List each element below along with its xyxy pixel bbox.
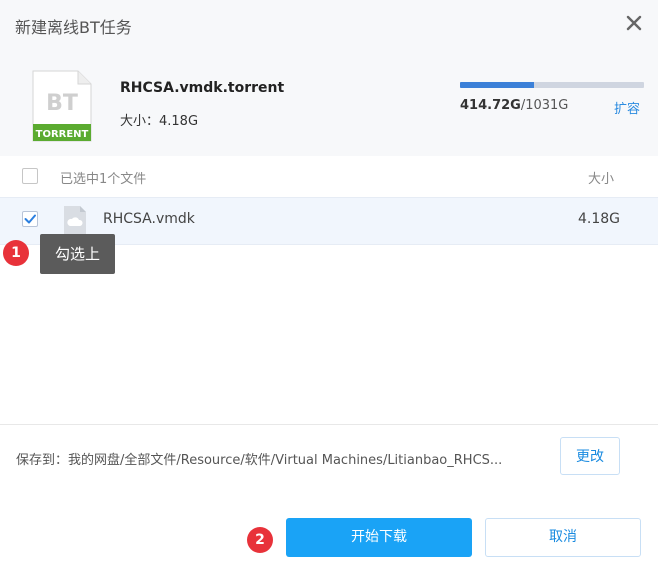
size-column-header: 大小 (588, 172, 615, 187)
file-name: RHCSA.vmdk (103, 211, 195, 227)
torrent-size: 大小：4.18G (120, 114, 199, 129)
storage-used: 414.72G (460, 98, 521, 113)
cloud-file-icon (64, 206, 86, 234)
checkmark-icon (24, 214, 36, 224)
bt-torrent-icon: BT TORRENT (32, 70, 92, 142)
save-path-label: 保存到：我的网盘/全部文件/Resource/软件/Virtual Machin… (16, 453, 503, 468)
storage-quota-bar (460, 82, 644, 88)
footer-divider (0, 424, 658, 425)
start-download-button[interactable]: 开始下载 (286, 518, 472, 557)
expand-storage-link[interactable]: 扩容 (614, 98, 640, 117)
change-path-button[interactable]: 更改 (560, 437, 620, 475)
select-all-checkbox[interactable] (22, 168, 38, 184)
step-badge-1: 1 (3, 240, 29, 266)
step-badge-2: 2 (247, 527, 273, 553)
file-checkbox[interactable] (22, 211, 38, 227)
dialog-title: 新建离线BT任务 (15, 18, 132, 37)
storage-quota-text: 414.72G/1031G (460, 98, 568, 113)
selected-count-label: 已选中1个文件 (60, 172, 147, 187)
torrent-icon-text: TORRENT (36, 129, 89, 140)
step-tooltip: 勾选上 (40, 234, 115, 274)
close-icon[interactable] (624, 13, 644, 33)
cancel-button[interactable]: 取消 (485, 518, 641, 557)
file-size: 4.18G (578, 211, 621, 227)
torrent-filename: RHCSA.vmdk.torrent (120, 80, 285, 96)
bt-icon-text: BT (46, 91, 78, 116)
storage-total: /1031G (520, 98, 569, 113)
storage-quota-fill (460, 82, 534, 88)
